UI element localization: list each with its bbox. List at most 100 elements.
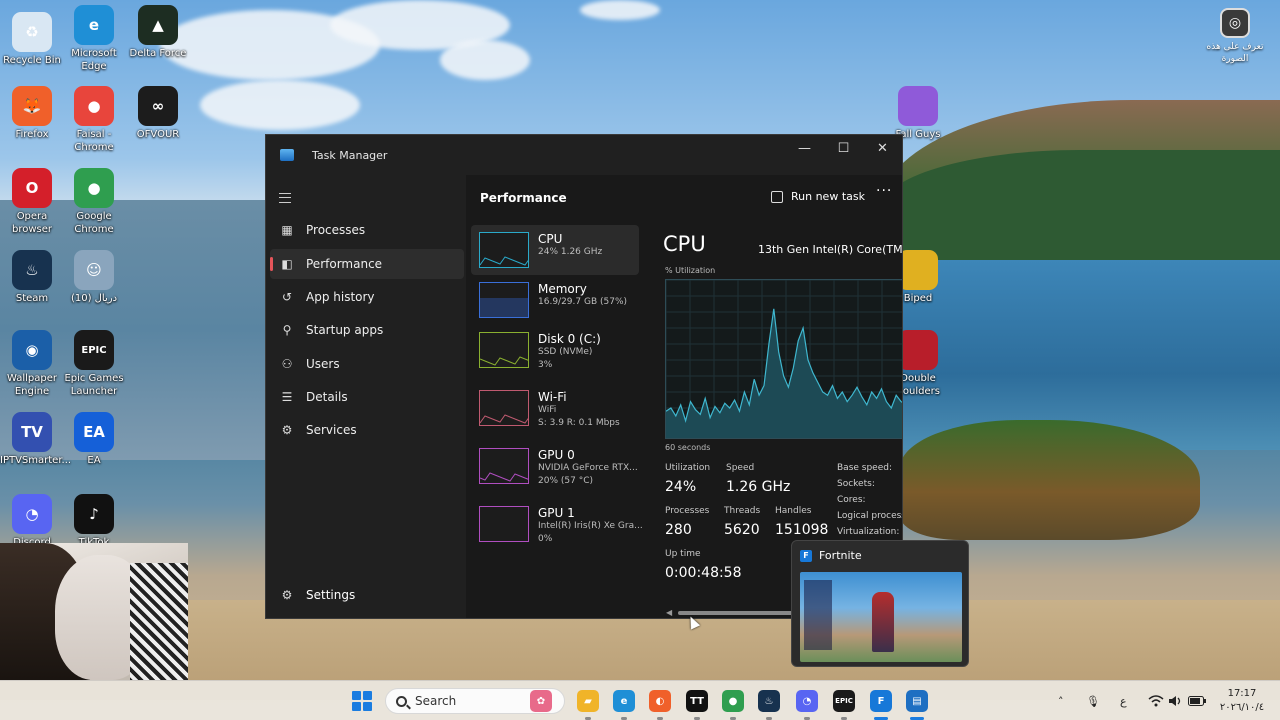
sidebar-item-performance[interactable]: ◧ Performance [270, 249, 464, 279]
taskbar-app-capcut-icon[interactable]: TT [686, 690, 708, 712]
camera-icon: ◎ [1220, 8, 1250, 38]
desktop-icon-steam[interactable]: ♨ Steam [0, 250, 64, 305]
resource-item-cpu[interactable]: CPU 24% 1.26 GHz [471, 225, 639, 275]
minimize-button[interactable]: — [785, 135, 824, 161]
microphone-icon[interactable]: 🎙 [1086, 681, 1100, 720]
threads-value: 5620 [724, 522, 760, 538]
epic-games-icon: EPIC [74, 330, 114, 370]
resource-name: GPU 1 [538, 506, 575, 520]
edge-icon: e [74, 5, 114, 45]
sidebar-item-label: Performance [306, 257, 383, 271]
steam-icon: ♨ [12, 250, 52, 290]
learn-about-picture[interactable]: ◎ تعرف على هذه الصورة [1200, 8, 1270, 65]
scroll-left-arrow-icon[interactable]: ◀ [666, 608, 672, 617]
taskbar-app-file-explorer-icon[interactable]: ▰ [577, 690, 599, 712]
desktop-icon-google-chrome[interactable]: ● Google Chrome [62, 168, 126, 236]
ofvour-icon: ∞ [138, 86, 178, 126]
resource-item-memory[interactable]: Memory 16.9/29.7 GB (57%) [471, 275, 639, 325]
firefox-icon: 🦊 [12, 86, 52, 126]
title-bar[interactable]: Task Manager — ☐ ✕ [266, 135, 902, 175]
handles-label: Handles [775, 506, 812, 516]
system-clock[interactable]: 17:17 ٢٠٢٦/١٠/٤ [1212, 687, 1272, 715]
sidebar-item-processes[interactable]: ▦ Processes [270, 215, 464, 245]
cpu-graph-svg [666, 280, 902, 438]
wifi-icon[interactable] [1148, 681, 1164, 720]
desktop-icon-wallpaper-engine[interactable]: ◉ Wallpaper Engine [0, 330, 64, 398]
start-button[interactable] [352, 691, 372, 711]
sidebar-item-services[interactable]: ⚙ Services [270, 415, 464, 445]
sidebar-item-label: Processes [306, 223, 366, 237]
sidebar-item-users[interactable]: ⚇ Users [270, 349, 464, 379]
volume-icon[interactable] [1168, 681, 1182, 720]
desktop-icon-faisal-chrome[interactable]: ● Faisal - Chrome [62, 86, 126, 154]
desktop-icon-label: OFVOUR [136, 129, 180, 140]
run-new-task-button[interactable]: Run new task [771, 190, 865, 203]
faisal-chrome-icon: ● [74, 86, 114, 126]
desktop-icon-opera[interactable]: O Opera browser [0, 168, 64, 236]
desktop-icon-iptv[interactable]: TV IPTVSmarter... [0, 412, 71, 467]
resource-detail: SSD (NVMe) [538, 347, 593, 357]
desktop-icon-firefox[interactable]: 🦊 Firefox [0, 86, 64, 141]
gpu0-mini-graph [479, 448, 529, 484]
cpu-detail-title: CPU [663, 232, 706, 256]
tiktok-icon: ♪ [74, 494, 114, 534]
resource-item-gpu1[interactable]: GPU 1 Intel(R) Iris(R) Xe Gra... 0% [471, 499, 643, 549]
taskbar-app-discord-icon[interactable]: ◔ [796, 690, 818, 712]
desktop-icon-delta-force[interactable]: ▲ Delta Force [126, 5, 190, 60]
desktop-icon-user-photo[interactable]: ☺ (10) دريال [62, 250, 126, 305]
cpu-mini-graph [479, 232, 529, 268]
uptime-label: Up time [665, 549, 701, 559]
taskbar-app-edge-icon[interactable]: e [613, 690, 635, 712]
taskbar-app-chrome-icon[interactable]: ● [722, 690, 744, 712]
resource-item-gpu0[interactable]: GPU 0 NVIDIA GeForce RTX... 20% (57 °C) [471, 441, 639, 491]
resource-item-wifi[interactable]: Wi-Fi WiFi S: 3.9 R: 0.1 Mbps [471, 383, 639, 433]
resource-detail: 20% (57 °C) [538, 476, 593, 486]
close-button[interactable]: ✕ [863, 135, 902, 161]
clock-time: 17:17 [1227, 688, 1257, 699]
resource-item-disk[interactable]: Disk 0 (C:) SSD (NVMe) 3% [471, 325, 639, 375]
search-placeholder: Search [415, 694, 457, 708]
sidebar-item-settings[interactable]: ⚙ Settings [270, 580, 464, 610]
desktop-icon-label: Wallpaper Engine [6, 373, 58, 397]
battery-icon[interactable] [1188, 681, 1206, 720]
resource-detail: 3% [538, 360, 553, 370]
desktop-icon-ofvour[interactable]: ∞ OFVOUR [126, 86, 190, 141]
maximize-button[interactable]: ☐ [824, 135, 863, 161]
details-icon: ☰ [281, 390, 293, 404]
desktop-icon-tiktok[interactable]: ♪TikTok [62, 494, 126, 549]
resource-name: CPU [538, 232, 563, 246]
sidebar-item-startup-apps[interactable]: ⚲ Startup apps [270, 315, 464, 345]
resource-name: Memory [538, 282, 587, 296]
sidebar-item-details[interactable]: ☰ Details [270, 382, 464, 412]
resource-detail: WiFi [538, 405, 557, 415]
taskbar-thumbnail-preview[interactable]: F Fortnite [791, 540, 969, 667]
user-photo-icon: ☺ [74, 250, 114, 290]
tray-overflow-chevron-icon[interactable]: ˄ [1058, 681, 1064, 720]
desktop-icon-epic-games[interactable]: EPIC Epic Games Launcher [62, 330, 126, 398]
resource-detail: Intel(R) Iris(R) Xe Gra... [538, 521, 643, 531]
iptv-icon: TV [12, 412, 52, 452]
performance-icon: ◧ [281, 257, 293, 271]
taskbar-app-task-manager-icon[interactable]: ▤ [906, 690, 928, 712]
handles-value: 151098 [775, 522, 829, 538]
sidebar-item-app-history[interactable]: ↺ App history [270, 282, 464, 312]
desktop-icon-recycle-bin[interactable]: ♻ Recycle Bin [0, 12, 64, 67]
desktop-icon-ea[interactable]: EA EA [62, 412, 126, 467]
input-language[interactable]: ع [1120, 681, 1127, 720]
taskbar-app-firefox-icon[interactable]: ◐ [649, 690, 671, 712]
resource-name: Disk 0 (C:) [538, 332, 601, 346]
hamburger-menu-icon[interactable] [279, 193, 291, 203]
settings-gear-icon: ⚙ [281, 588, 293, 602]
taskbar-app-steam-icon[interactable]: ♨ [758, 690, 780, 712]
disk-mini-graph [479, 332, 529, 368]
google-chrome-icon: ● [74, 168, 114, 208]
desktop-icon-fall-guys[interactable]: Fall Guys [886, 86, 950, 141]
desktop-icon-discord[interactable]: ◔Discord [0, 494, 64, 549]
taskbar-app-widgets-icon[interactable]: ✿ [530, 690, 552, 712]
more-options-button[interactable]: ··· [876, 183, 892, 199]
preview-screenshot[interactable] [800, 572, 962, 662]
taskbar-app-epic-icon[interactable]: EPIC [833, 690, 855, 712]
memory-mini-graph [479, 282, 529, 318]
desktop-icon-edge[interactable]: e Microsoft Edge [62, 5, 126, 73]
taskbar-app-fortnite-icon[interactable]: F [870, 690, 892, 712]
